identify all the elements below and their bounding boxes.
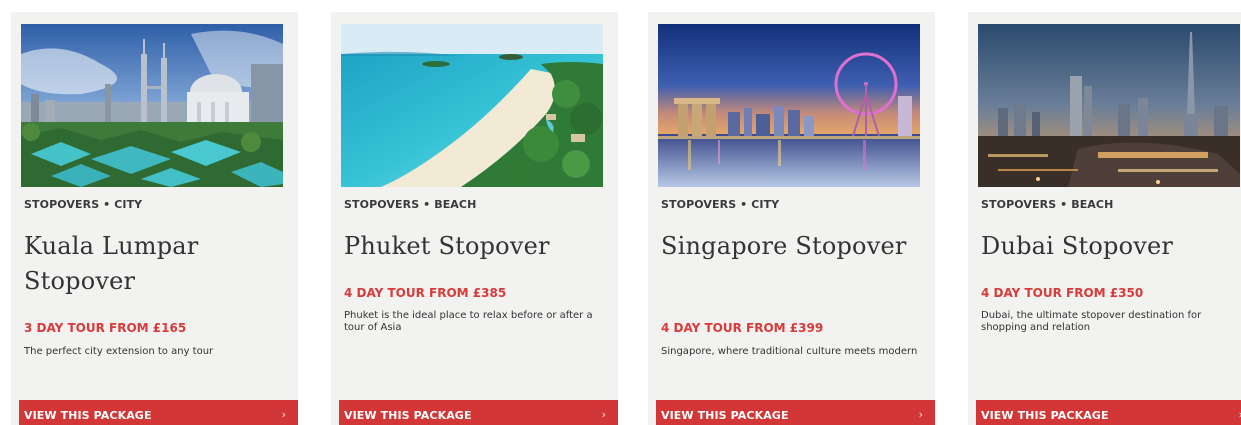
package-image-phuket[interactable] (341, 24, 603, 187)
view-package-button-label: VIEW THIS PACKAGE (24, 409, 152, 422)
view-package-button[interactable]: VIEW THIS PACKAGE › (339, 400, 618, 425)
package-image-dubai[interactable] (978, 24, 1240, 187)
package-price: 4 DAY TOUR FROM £385 (344, 286, 507, 300)
package-title[interactable]: Phuket Stopover (344, 229, 594, 264)
package-category: STOPOVERS • CITY (661, 198, 780, 211)
package-description: Phuket is the ideal place to relax befor… (344, 310, 593, 333)
package-category: STOPOVERS • BEACH (981, 198, 1114, 211)
package-card-phuket: STOPOVERS • BEACH Phuket Stopover 4 DAY … (331, 12, 618, 425)
package-description: Singapore, where traditional culture mee… (661, 346, 918, 357)
package-category: STOPOVERS • BEACH (344, 198, 477, 211)
package-image-singapore[interactable] (658, 24, 920, 187)
package-title[interactable]: Dubai Stopover (981, 229, 1231, 264)
package-price: 4 DAY TOUR FROM £350 (981, 286, 1144, 300)
view-package-button-label: VIEW THIS PACKAGE (981, 409, 1109, 422)
package-description: Dubai, the ultimate stopover destination… (981, 310, 1202, 333)
package-category: STOPOVERS • CITY (24, 198, 143, 211)
chevron-right-icon: › (281, 408, 286, 421)
package-title[interactable]: Singapore Stopover (661, 229, 911, 264)
package-description: The perfect city extension to any tour (24, 346, 214, 357)
view-package-button[interactable]: VIEW THIS PACKAGE › (976, 400, 1241, 425)
view-package-button-label: VIEW THIS PACKAGE (661, 409, 789, 422)
package-card-list: STOPOVERS • CITY Kuala Lumpar Stopover 3… (0, 0, 1241, 425)
chevron-right-icon: › (601, 408, 606, 421)
package-image-dubai-graphic (978, 24, 1240, 187)
package-price: 4 DAY TOUR FROM £399 (661, 321, 824, 335)
view-package-button[interactable]: VIEW THIS PACKAGE › (656, 400, 935, 425)
package-price: 3 DAY TOUR FROM £165 (24, 321, 187, 335)
package-card-singapore: STOPOVERS • CITY Singapore Stopover 4 DA… (648, 12, 935, 425)
package-image-kuala-lumpur-graphic (21, 24, 283, 187)
chevron-right-icon: › (918, 408, 923, 421)
package-image-kuala-lumpur[interactable] (21, 24, 283, 187)
package-image-phuket-graphic (341, 24, 603, 187)
package-card-dubai: STOPOVERS • BEACH Dubai Stopover 4 DAY T… (968, 12, 1241, 425)
package-card-kuala-lumpur: STOPOVERS • CITY Kuala Lumpar Stopover 3… (11, 12, 298, 425)
view-package-button[interactable]: VIEW THIS PACKAGE › (19, 400, 298, 425)
package-image-singapore-graphic (658, 24, 920, 187)
view-package-button-label: VIEW THIS PACKAGE (344, 409, 472, 422)
package-title[interactable]: Kuala Lumpar Stopover (24, 229, 274, 299)
